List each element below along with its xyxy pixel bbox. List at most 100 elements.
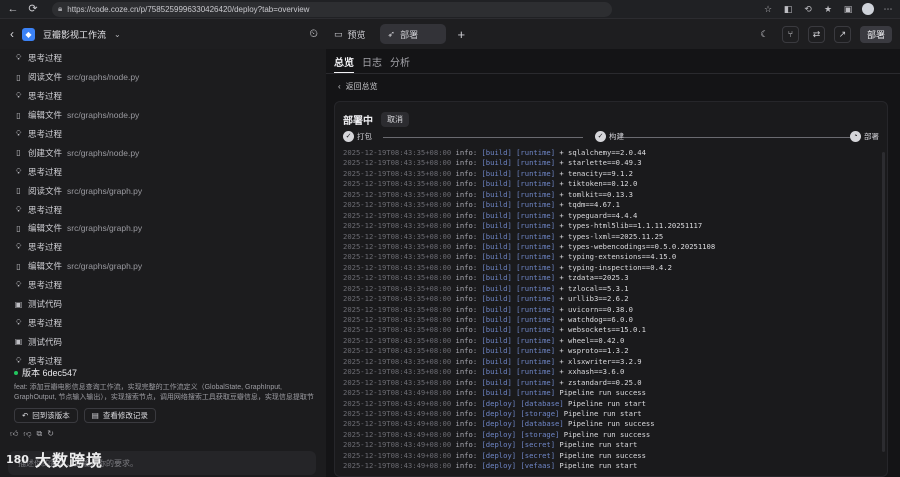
log-tags: [build] [runtime] [481,231,556,241]
log-message: Pipeline run start [559,461,638,471]
open-external-icon[interactable]: ↗ [833,25,851,43]
back-chevron-icon[interactable]: ‹ [10,27,14,41]
log-tags: [build] [runtime] [481,346,556,356]
retry-icon[interactable]: ↻ [47,429,54,439]
step-label: 思考过程 [28,91,63,102]
tab-overview[interactable]: 总览 [334,54,354,74]
step-label: 编辑文件 [28,223,63,234]
log-level: info: [455,158,478,168]
cancel-button[interactable]: 取消 [381,112,409,127]
scrollbar[interactable] [882,152,885,452]
tab-logs[interactable]: 日志 [362,54,382,74]
log-tags: [build] [runtime] [481,335,556,345]
star-icon[interactable]: ☆ [762,4,774,15]
file-icon: ▯ [16,72,21,82]
log-timestamp: 2025-12-19T08:43:35+08:00 [343,315,452,324]
log-timestamp: 2025-12-19T08:43:49+08:00 [343,419,452,429]
step-item[interactable]: ▣ 测试代码 [14,332,314,351]
deploy-button[interactable]: 部署 [859,25,892,43]
chat-input[interactable] [18,458,316,468]
favorites-icon[interactable]: ★ [822,4,834,15]
log-message: + xxhash==3.6.0 [559,367,625,377]
log-tags: [build] [runtime] [481,377,556,387]
step-deploy: ◔ 部署 [850,131,879,142]
log-tags: [build] [runtime] [481,294,556,304]
step-item[interactable]: 💡︎ 思考过程 [14,238,314,257]
log-level: info: [455,335,478,345]
step-list: 💡︎ 思考过程 ▯ 阅读文件 src/graphs/node.py 💡︎ 思考过程 ▯ 编辑文件… [14,49,314,370]
log-line: 2025-12-19T08:43:35+08:00 info: [build] … [343,273,881,283]
step-item[interactable]: 💡︎ 思考过程 [14,125,314,144]
log-output[interactable]: 2025-12-19T08:43:35+08:00 info: [build] … [343,148,881,474]
step-item[interactable]: ▯ 编辑文件 src/graphs/node.py [14,106,314,125]
log-message: Pipeline run start [563,408,642,418]
step-item[interactable]: 💡︎ 思考过程 [14,276,314,295]
log-line: 2025-12-19T08:43:35+08:00 info: [build] … [343,305,881,315]
collections-icon[interactable]: ▣ [842,4,854,15]
log-line: 2025-12-19T08:43:35+08:00 info: [build] … [343,242,881,252]
tab-deploy[interactable]: ➶ 部署 [379,24,446,44]
refresh-icon[interactable]: ⟳ [26,2,40,16]
chevron-left-icon: ‹ [338,82,341,91]
chat-input-box[interactable] [8,451,316,475]
log-line: 2025-12-19T08:43:35+08:00 info: [build] … [343,336,881,346]
swap-icon[interactable]: ⇄ [807,25,825,43]
back-arrow-icon[interactable]: ← [6,2,20,16]
log-timestamp: 2025-12-19T08:43:35+08:00 [343,377,452,387]
step-item[interactable]: ▯ 编辑文件 src/graphs/graph.py [14,257,314,276]
version-description: feat: 添加豆瓣电影信息查询工作流，实现完整的工作流定义（GlobalSta… [14,384,314,401]
log-line: 2025-12-19T08:43:35+08:00 info: [build] … [343,232,881,242]
step-file-path: src/graphs/node.py [67,110,140,121]
log-timestamp: 2025-12-19T08:43:35+08:00 [343,158,452,168]
log-message: + typing-extensions==4.15.0 [559,252,677,262]
address-bar[interactable]: 🔒︎ https://code.coze.cn/p/75852599963304… [52,1,612,17]
step-item[interactable]: ▣ 测试代码 [14,295,314,314]
log-line: 2025-12-19T08:43:35+08:00 info: [build] … [343,169,881,179]
log-message: + urllib3==2.6.2 [559,294,629,304]
project-name[interactable]: 豆瓣影视工作流 [43,28,106,41]
log-line: 2025-12-19T08:43:35+08:00 info: [build] … [343,179,881,189]
tab-analytics[interactable]: 分析 [390,54,410,74]
log-message: + sqlalchemy==2.0.44 [559,148,646,157]
tab-preview[interactable]: ▭ 预览 [326,24,374,44]
rollback-button[interactable]: ↶ 回到该版本 [14,408,78,423]
step-item[interactable]: ▯ 创建文件 src/graphs/node.py [14,143,314,162]
back-to-overview-link[interactable]: ‹ 返回总览 [338,81,378,92]
branch-icon[interactable]: ⑂ [781,25,799,43]
step-item[interactable]: ▯ 阅读文件 src/graphs/graph.py [14,181,314,200]
copy-icon[interactable]: ⧉ [37,429,43,439]
step-item[interactable]: 💡︎ 思考过程 [14,162,314,181]
log-level: info: [455,148,478,157]
step-item[interactable]: 💡︎ 思考过程 [14,313,314,332]
step-deploy-label: 部署 [864,132,879,141]
log-level: info: [455,241,478,251]
step-build-label: 构建 [609,132,624,141]
add-tab-icon[interactable]: + [452,27,472,42]
step-item[interactable]: 💡︎ 思考过程 [14,200,314,219]
tab-preview-label: 预览 [347,29,366,40]
step-item[interactable]: ▯ 阅读文件 src/graphs/node.py [14,68,314,87]
theme-moon-icon[interactable]: ☾ [756,26,773,43]
thumbs-up-icon[interactable]: 👍︎ [10,429,18,439]
chevron-down-icon[interactable]: ⌄ [114,30,121,39]
log-timestamp: 2025-12-19T08:43:49+08:00 [343,461,452,471]
step-file-path: src/graphs/node.py [67,147,140,158]
sync-icon[interactable]: ⟲ [802,4,814,15]
profile-avatar[interactable] [862,3,874,15]
thumbs-down-icon[interactable]: 👎︎ [23,429,31,439]
step-item[interactable]: 💡︎ 思考过程 [14,49,314,68]
tab-divider [326,73,900,74]
back-label: 返回总览 [345,82,378,91]
log-line: 2025-12-19T08:43:35+08:00 info: [build] … [343,346,881,356]
log-line: 2025-12-19T08:43:35+08:00 info: [build] … [343,252,881,262]
step-item[interactable]: ▯ 编辑文件 src/graphs/graph.py [14,219,314,238]
view-changes-button[interactable]: ▤ 查看修改记录 [83,408,156,423]
step-item[interactable]: 💡︎ 思考过程 [14,87,314,106]
history-icon[interactable]: ⏲ [309,28,318,41]
log-timestamp: 2025-12-19T08:43:35+08:00 [343,221,452,231]
log-timestamp: 2025-12-19T08:43:35+08:00 [343,325,452,335]
log-message: + typeguard==4.4.4 [559,210,638,220]
log-level: info: [455,377,478,387]
more-icon[interactable]: ⋯ [882,4,894,15]
extension-icon[interactable]: ◧ [782,4,794,15]
